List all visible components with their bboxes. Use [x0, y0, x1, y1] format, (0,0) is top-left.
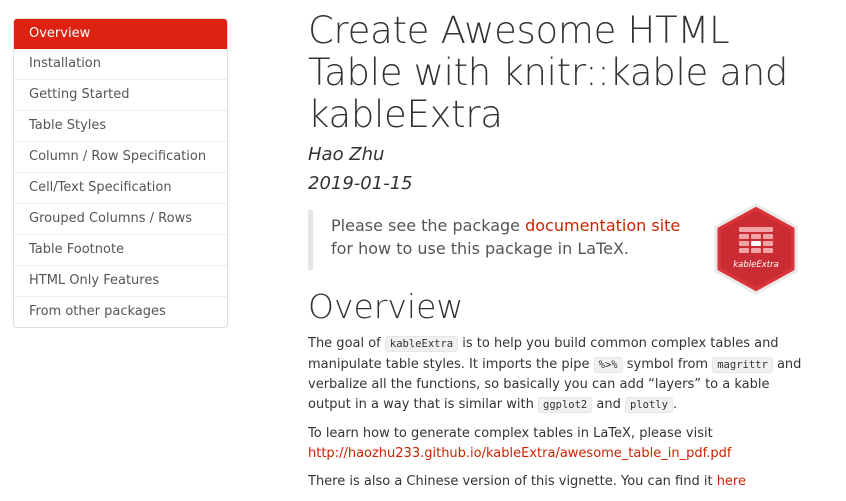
- code-magrittr: magrittr: [712, 356, 773, 373]
- toc-item-table-styles[interactable]: Table Styles: [14, 111, 227, 142]
- toc-item-table-footnote[interactable]: Table Footnote: [14, 235, 227, 266]
- callout-text-after: for how to use this package in LaTeX.: [331, 239, 629, 258]
- toc-item-cell-text-specification[interactable]: Cell/Text Specification: [14, 173, 227, 204]
- text: The goal of: [308, 336, 385, 351]
- chinese-version-link[interactable]: here: [717, 474, 746, 489]
- toc-item-from-other-packages[interactable]: From other packages: [14, 297, 227, 327]
- author: Hao Zhu: [308, 144, 385, 165]
- toc-item-html-only-features[interactable]: HTML Only Features: [14, 266, 227, 297]
- code-pipe: %>%: [593, 356, 623, 373]
- code-ggplot2: ggplot2: [538, 396, 593, 413]
- overview-paragraph-1: The goal of kableExtra is to help you bu…: [308, 334, 803, 415]
- logo-text: kableExtra: [733, 260, 779, 270]
- toc-item-installation[interactable]: Installation: [14, 49, 227, 80]
- overview-paragraph-3: There is also a Chinese version of this …: [308, 472, 803, 492]
- toc-item-column-row-specification[interactable]: Column / Row Specification: [14, 142, 227, 173]
- kableextra-hex-logo-icon: kableExtra: [714, 203, 798, 295]
- toc-item-overview[interactable]: Overview: [14, 19, 227, 49]
- table-of-contents: Overview Installation Getting Started Ta…: [13, 18, 228, 328]
- text: There is also a Chinese version of this …: [308, 474, 717, 489]
- toc-item-grouped-columns-rows[interactable]: Grouped Columns / Rows: [14, 204, 227, 235]
- overview-paragraph-2: To learn how to generate complex tables …: [308, 424, 803, 463]
- pdf-vignette-link[interactable]: http://haozhu233.github.io/kableExtra/aw…: [308, 446, 731, 461]
- text: and: [592, 396, 625, 412]
- callout-text: Please see the package documentation sit…: [331, 214, 691, 260]
- text: .: [672, 396, 678, 412]
- code-kableextra: kableExtra: [384, 336, 459, 352]
- page-title: Create Awesome HTML Table with knitr::ka…: [308, 9, 789, 136]
- date: 2019-01-15: [308, 173, 413, 194]
- toc-item-getting-started[interactable]: Getting Started: [14, 80, 227, 111]
- text: symbol from: [622, 356, 713, 372]
- callout-text-before: Please see the package: [331, 216, 526, 235]
- code-plotly: plotly: [625, 396, 673, 413]
- documentation-site-link[interactable]: documentation site: [525, 216, 680, 235]
- text: To learn how to generate complex tables …: [308, 426, 713, 441]
